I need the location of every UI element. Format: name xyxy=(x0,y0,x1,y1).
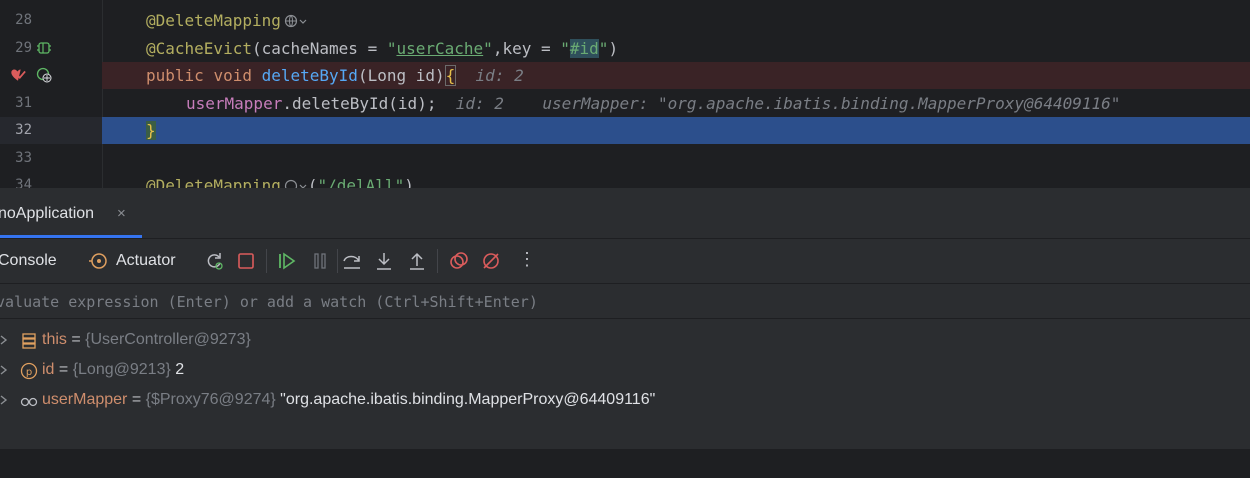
chevron-down-icon[interactable] xyxy=(298,13,308,27)
variable-type: {UserController@9273} xyxy=(85,331,251,348)
code-text: @DeleteMapping xyxy=(146,11,308,30)
globe-icon[interactable] xyxy=(284,178,298,188)
line-number: 33 xyxy=(15,150,32,166)
evaluate-expression-bar xyxy=(0,284,1250,319)
stop-icon[interactable] xyxy=(236,251,256,271)
debug-tab-bar: noApplication × xyxy=(0,188,1250,239)
code-line-30-breakpoint[interactable]: public void deleteById(Long id){ id: 2 xyxy=(0,62,1250,89)
code-line-31[interactable]: 31 userMapper.deleteById(id); id: 2 user… xyxy=(0,90,1250,117)
code-line-28[interactable]: 28 @DeleteMapping xyxy=(0,7,1250,34)
variable-name: id xyxy=(42,361,55,378)
line-number: 31 xyxy=(15,95,32,111)
code-text: @CacheEvict(cacheNames = "userCache",key… xyxy=(146,39,619,58)
code-line-34[interactable]: 34 @DeleteMapping ("/delAll") xyxy=(0,172,1250,188)
toolbar-divider xyxy=(437,249,438,273)
code-line-33[interactable]: 33 xyxy=(0,145,1250,172)
parameter-icon: p xyxy=(20,362,38,380)
object-fields-icon xyxy=(22,333,36,349)
actuator-tab[interactable]: Actuator xyxy=(116,252,176,270)
active-tab-indicator xyxy=(0,235,142,238)
code-line-29[interactable]: 29 @CacheEvict(cacheNames = "userCache",… xyxy=(0,35,1250,62)
step-over-icon[interactable] xyxy=(342,251,362,271)
code-line-32-execution-point[interactable]: 32 } xyxy=(0,117,1250,144)
toolbar-divider xyxy=(266,249,267,273)
more-options-icon[interactable]: ⋮ xyxy=(518,249,536,270)
line-number: 32 xyxy=(15,122,32,138)
line-number: 34 xyxy=(15,177,32,188)
variable-row-usermapper[interactable]: userMapper = {$Proxy76@9274} "org.apache… xyxy=(0,388,1250,414)
variable-row-id[interactable]: p id = {Long@9213} 2 xyxy=(0,358,1250,384)
line-number: 28 xyxy=(15,12,32,28)
toolbar-divider xyxy=(337,249,338,273)
breakpoint-check-icon[interactable] xyxy=(10,67,26,83)
chevron-right-icon[interactable] xyxy=(0,363,10,377)
variable-type: {$Proxy76@9274} xyxy=(145,391,276,408)
variable-name: userMapper xyxy=(42,391,128,408)
console-tab[interactable]: Console xyxy=(0,252,57,270)
tab-label: noApplication xyxy=(0,205,95,222)
close-icon[interactable]: × xyxy=(117,205,126,222)
globe-icon[interactable] xyxy=(284,13,298,28)
variable-value: "org.apache.ibatis.binding.MapperProxy@6… xyxy=(275,391,656,408)
code-editor[interactable]: 28 @DeleteMapping 29 @CacheEvict(cacheNa… xyxy=(0,0,1250,188)
variable-type: {Long@9213} xyxy=(72,361,171,378)
variable-value: 2 xyxy=(170,361,185,378)
mute-breakpoints-icon[interactable] xyxy=(481,251,501,271)
web-endpoint-icon[interactable] xyxy=(36,67,52,83)
watch-glasses-icon xyxy=(20,397,38,407)
line-number: 29 xyxy=(15,40,32,56)
tab-debug-session[interactable]: noApplication × xyxy=(0,188,142,238)
debug-toolbar: Console Actuator ⋮ xyxy=(0,239,1250,284)
evaluate-expression-input[interactable] xyxy=(0,288,1198,316)
code-text: userMapper.deleteById(id); id: 2 userMap… xyxy=(186,94,1121,113)
variable-row-this[interactable]: this = {UserController@9273} xyxy=(0,328,1250,354)
pause-program-icon[interactable] xyxy=(310,251,330,271)
bean-method-icon[interactable] xyxy=(36,40,52,56)
code-text: @DeleteMapping ("/delAll") xyxy=(146,176,414,188)
step-out-icon[interactable] xyxy=(407,251,427,271)
chevron-right-icon[interactable] xyxy=(0,393,10,407)
chevron-down-icon[interactable] xyxy=(298,178,308,188)
chevron-right-icon[interactable] xyxy=(0,333,10,347)
debug-tool-window: noApplication × Console Actuator ⋮ this … xyxy=(0,188,1250,449)
code-text: } xyxy=(146,121,156,140)
code-text: public void deleteById(Long id){ id: 2 xyxy=(146,65,524,86)
step-into-icon[interactable] xyxy=(374,251,394,271)
view-breakpoints-icon[interactable] xyxy=(449,251,469,271)
svg-text:p: p xyxy=(26,367,32,378)
variable-name: this xyxy=(42,331,67,348)
rerun-icon[interactable] xyxy=(204,251,224,271)
actuator-icon xyxy=(89,253,107,269)
resume-program-icon[interactable] xyxy=(277,251,297,271)
